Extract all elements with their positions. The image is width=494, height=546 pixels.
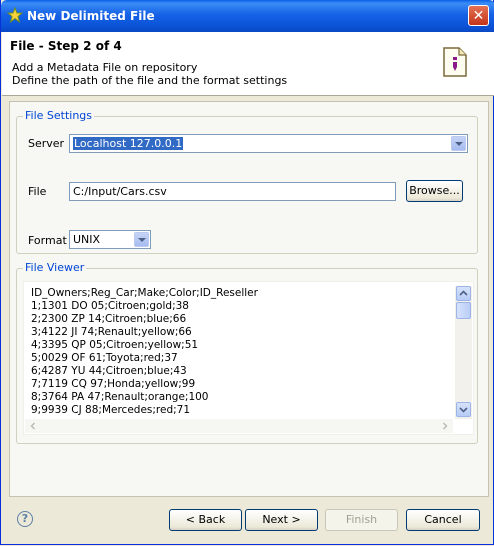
file-label: File [28, 185, 47, 198]
window-title: New Delimited File [27, 9, 155, 23]
vertical-scrollbar[interactable] [455, 286, 472, 419]
file-viewer-label: File Viewer [23, 261, 87, 274]
chevron-left-icon[interactable] [27, 420, 39, 432]
file-viewer-text[interactable]: ID_Owners;Reg_Car;Make;Color;ID_Reseller… [23, 281, 474, 435]
back-button[interactable]: < Back [169, 509, 242, 531]
page-description-1: Add a Metadata File on repository [12, 61, 198, 74]
scroll-down-button[interactable] [456, 402, 471, 417]
viewer-line: ID_Owners;Reg_Car;Make;Color;ID_Reseller [31, 287, 258, 299]
help-icon[interactable]: ? [17, 511, 33, 527]
file-path-input[interactable]: C:/Input/Cars.csv [69, 182, 396, 201]
viewer-line: 3;4122 JI 74;Renault;yellow;66 [31, 326, 192, 338]
file-settings-group: File Settings Server Localhost 127.0.0.1… [16, 109, 478, 254]
server-value: Localhost 127.0.0.1 [73, 137, 184, 150]
title-bar[interactable]: New Delimited File ✕ [1, 0, 494, 32]
wizard-header: File - Step 2 of 4 Add a Metadata File o… [2, 32, 494, 96]
page-title: File - Step 2 of 4 [10, 39, 122, 53]
browse-button[interactable]: Browse... [406, 180, 463, 202]
file-viewer-group: File Viewer ID_Owners;Reg_Car;Make;Color… [16, 261, 478, 444]
delimited-file-icon [443, 47, 467, 77]
scroll-up-button[interactable] [456, 286, 471, 301]
viewer-line: 2;2300 ZP 14;Citroen;blue;66 [31, 313, 187, 325]
scroll-thumb[interactable] [456, 302, 471, 319]
server-label: Server [28, 137, 65, 150]
dialog-window: New Delimited File ✕ File - Step 2 of 4 … [0, 0, 494, 545]
viewer-line: 1;1301 DO 05;Citroen;gold;38 [31, 300, 189, 312]
file-settings-label: File Settings [23, 109, 95, 122]
format-label: Format [28, 234, 67, 247]
star-icon [7, 7, 23, 23]
server-combo[interactable]: Localhost 127.0.0.1 [69, 134, 468, 153]
viewer-line: 6;4287 YU 44;Citroen;blue;43 [31, 365, 187, 377]
chevron-right-icon[interactable] [439, 420, 451, 432]
viewer-line: 4;3395 QP 05;Citroen;yellow;51 [31, 339, 199, 351]
viewer-line: 9;9939 CJ 88;Mercedes;red;71 [31, 404, 191, 416]
close-button[interactable]: ✕ [468, 5, 489, 26]
format-combo[interactable]: UNIX [69, 230, 151, 249]
finish-button[interactable]: Finish [325, 509, 398, 531]
viewer-line: 8;3764 PA 47;Renault;orange;100 [31, 391, 209, 403]
cancel-button[interactable]: Cancel [406, 509, 480, 531]
format-value: UNIX [73, 233, 101, 246]
chevron-down-icon[interactable] [134, 232, 149, 247]
next-button[interactable]: Next > [245, 509, 318, 531]
chevron-down-icon[interactable] [451, 136, 466, 151]
viewer-line: 5;0029 OF 61;Toyota;red;37 [31, 352, 178, 364]
horizontal-scrollbar[interactable] [25, 419, 453, 433]
wizard-content: File Settings Server Localhost 127.0.0.1… [9, 101, 489, 497]
chevron-up-icon [459, 290, 468, 296]
chevron-down-icon [459, 407, 468, 413]
page-description-2: Define the path of the file and the form… [12, 74, 288, 87]
viewer-line: 7;7119 CQ 97;Honda;yellow;99 [31, 378, 196, 390]
